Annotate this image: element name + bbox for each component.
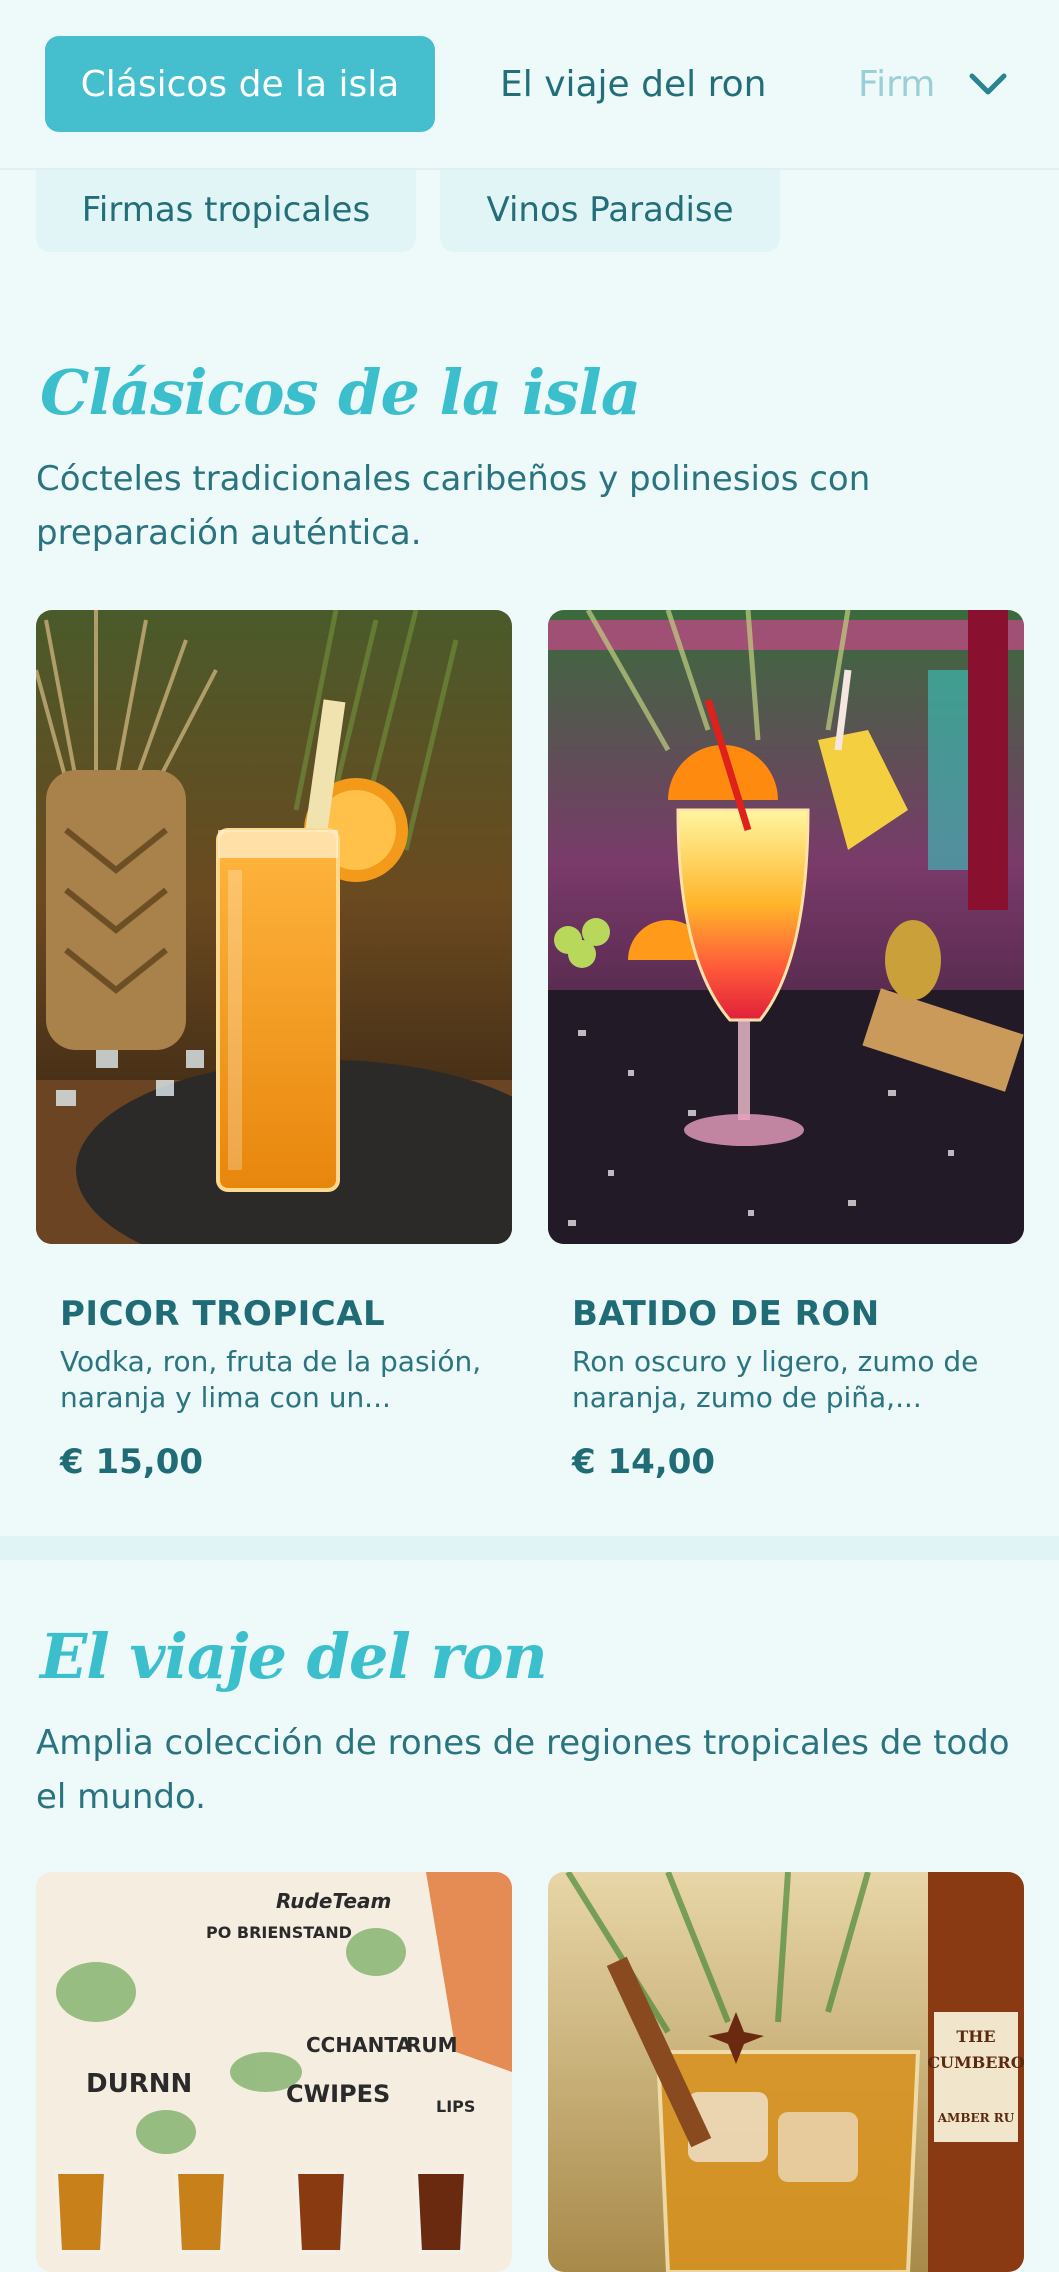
bottle-label-text: AMBER RU	[937, 2111, 1015, 2125]
tab-el-viaje-del-ron[interactable]: El viaje del ron	[500, 36, 766, 132]
drink-description: Vodka, ron, fruta de la pasión, naranja …	[60, 1345, 482, 1414]
tab-firmas-tropicales[interactable]: Firmas tropicales	[36, 168, 416, 252]
drink-image-batido-de-ron[interactable]	[548, 610, 1024, 1244]
drink-price: € 14,00	[572, 1442, 716, 1482]
drink-image-rum-map[interactable]: RudeTeam PO BRIENSTAND CCHANTA RUM DURNN…	[36, 1872, 512, 2272]
drink-image-picor-tropical[interactable]	[36, 610, 512, 1244]
map-text: RudeTeam	[276, 1889, 391, 1913]
chevron-down-icon[interactable]	[966, 62, 1010, 106]
tab-vinos-paradise[interactable]: Vinos Paradise	[440, 168, 780, 252]
drink-name: PICOR TROPICAL	[60, 1294, 386, 1334]
section-divider	[0, 1536, 1059, 1560]
category-tab-bar: Clásicos de la isla El viaje del ron Fir…	[0, 0, 1059, 170]
map-text: DURNN	[86, 2069, 192, 2099]
section-description: Amplia colección de rones de regiones tr…	[36, 1723, 1010, 1817]
section-title: El viaje del ron	[40, 1620, 548, 1693]
map-text: RUM	[406, 2033, 458, 2057]
drink-name: BATIDO DE RON	[572, 1294, 880, 1334]
map-text: LIPS	[436, 2097, 475, 2116]
drink-image-rum-glass[interactable]: THE CUMBERO AMBER RU	[548, 1872, 1024, 2272]
tab-clasicos-de-la-isla[interactable]: Clásicos de la isla	[45, 36, 435, 132]
drink-description: Ron oscuro y ligero, zumo de naranja, zu…	[572, 1345, 979, 1414]
category-tab-row-2: Firmas tropicales Vinos Paradise	[36, 168, 1059, 252]
section-title: Clásicos de la isla	[40, 356, 641, 429]
drink-price: € 15,00	[60, 1442, 204, 1482]
map-text: CWIPES	[286, 2080, 390, 2108]
bottle-label-text: CUMBERO	[927, 2053, 1024, 2072]
section-description: Cócteles tradicionales caribeños y polin…	[36, 459, 871, 553]
bottle-label-text: THE	[956, 2027, 995, 2046]
tab-firmas-tropicales-partial[interactable]: Firm	[858, 36, 936, 132]
map-text: PO BRIENSTAND	[206, 1923, 352, 1942]
map-text: CCHANTA	[306, 2033, 412, 2057]
